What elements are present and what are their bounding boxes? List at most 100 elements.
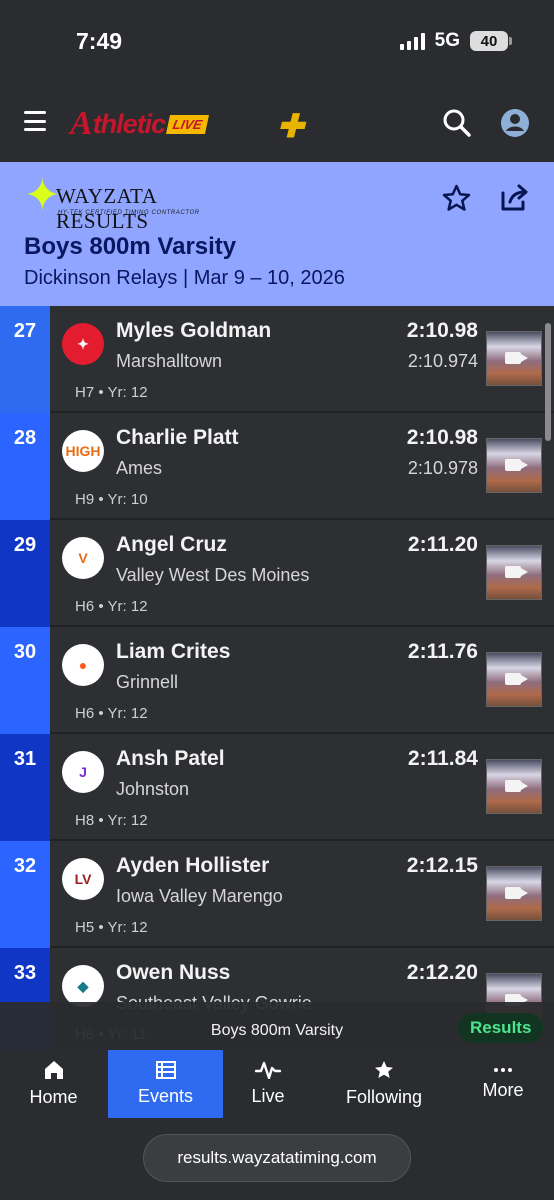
browser-bar: results.wayzatatiming.com xyxy=(0,1120,554,1200)
athlete-name: Myles Goldman xyxy=(116,319,272,342)
video-icon xyxy=(505,780,528,792)
tab-events[interactable]: Events xyxy=(108,1050,223,1118)
year: Yr: 12 xyxy=(107,919,148,936)
place-badge: 29 xyxy=(0,520,50,627)
heat: H9 xyxy=(75,491,95,508)
video-icon xyxy=(505,352,528,364)
heat: H5 xyxy=(75,919,95,936)
tab-home-label: Home xyxy=(29,1087,78,1107)
result-row[interactable]: 27 ✦ Myles Goldman Marshalltown H7 • Yr: 12 2… xyxy=(0,306,554,413)
video-icon xyxy=(505,459,528,471)
school-logo-icon: LV xyxy=(62,858,104,900)
result-time: 2:10.98 xyxy=(406,426,478,449)
wayzata-logo-title: WAYZATA RESULTS xyxy=(56,184,157,233)
status-indicators: 5G 40 xyxy=(399,30,512,52)
brand-a: A xyxy=(70,105,93,142)
plus-icon[interactable]: ✚ xyxy=(277,110,304,142)
result-card[interactable]: HIGH Charlie Platt Ames H9 • Yr: 10 2:10.98 2… xyxy=(50,413,554,518)
year: Yr: 12 xyxy=(107,598,148,615)
school-name: Grinnell xyxy=(116,672,179,692)
tab-events-label: Events xyxy=(137,1086,194,1106)
results-button[interactable]: Results xyxy=(458,1013,544,1043)
tab-more[interactable]: More xyxy=(458,1050,548,1118)
place-badge: 30 xyxy=(0,627,50,734)
place-badge: 31 xyxy=(0,734,50,841)
status-bar: 7:49 5G 40 xyxy=(0,0,554,88)
tab-home[interactable]: Home xyxy=(0,1050,107,1118)
heat: H8 xyxy=(75,812,95,829)
result-card[interactable]: ✦ Myles Goldman Marshalltown H7 • Yr: 12 2:1… xyxy=(50,306,554,411)
more-icon xyxy=(494,1068,512,1072)
event-title: Boys 800m Varsity xyxy=(24,233,237,260)
year: Yr: 12 xyxy=(107,705,148,722)
battery-icon: 40 xyxy=(470,31,512,51)
school-name: Marshalltown xyxy=(116,351,223,371)
event-subtitle: Dickinson Relays | Mar 9 – 10, 2026 xyxy=(24,267,345,289)
school-name: Valley West Des Moines xyxy=(116,565,310,585)
video-thumbnail[interactable] xyxy=(486,866,542,921)
result-time: 2:12.20 xyxy=(406,961,478,984)
result-card[interactable]: J Ansh Patel Johnston H8 • Yr: 12 2:11.84 xyxy=(50,734,554,839)
signal-icon xyxy=(399,32,425,50)
athletic-live-logo[interactable]: A thletic LIVE xyxy=(70,105,210,142)
video-thumbnail[interactable] xyxy=(486,331,542,386)
school-logo-icon: V xyxy=(62,537,104,579)
result-card[interactable]: LV Ayden Hollister Iowa Valley Marengo H5 •… xyxy=(50,841,554,946)
heat-year: H5 • Yr: 12 xyxy=(75,919,148,936)
athlete-name: Ansh Patel xyxy=(116,747,225,770)
tab-following-label: Following xyxy=(345,1087,423,1107)
result-card[interactable]: ● Liam Crites Grinnell H6 • Yr: 12 2:11.76 xyxy=(50,627,554,732)
year: Yr: 12 xyxy=(107,812,148,829)
video-thumbnail[interactable] xyxy=(486,652,542,707)
heat-year: H9 • Yr: 10 xyxy=(75,491,148,508)
status-time: 7:49 xyxy=(76,28,123,54)
search-icon[interactable] xyxy=(442,108,472,138)
result-row[interactable]: 31 J Ansh Patel Johnston H8 • Yr: 12 2:11.84 xyxy=(0,734,554,841)
wayzata-results-logo: ✦ WAYZATA RESULTS HY-TEK CERTIFIED TIMIN… xyxy=(24,174,224,234)
athlete-name: Charlie Platt xyxy=(116,426,239,449)
video-thumbnail[interactable] xyxy=(486,759,542,814)
school-logo-icon: ◆ xyxy=(62,965,104,1007)
result-row[interactable]: 28 HIGH Charlie Platt Ames H9 • Yr: 10 2:10.9… xyxy=(0,413,554,520)
video-thumbnail[interactable] xyxy=(486,545,542,600)
video-thumbnail[interactable] xyxy=(486,438,542,493)
result-card[interactable]: V Angel Cruz Valley West Des Moines H6 • Yr… xyxy=(50,520,554,625)
star-icon xyxy=(375,1061,393,1078)
results-list[interactable]: 33◆Owen NussSoutheast Valley GowrieH8 • … xyxy=(0,306,554,1050)
school-logo-icon: ● xyxy=(62,644,104,686)
menu-icon[interactable] xyxy=(24,111,46,131)
heat: H6 xyxy=(75,705,95,722)
tab-live[interactable]: Live xyxy=(224,1050,312,1118)
bottom-tab-bar: Home Events Live Following More xyxy=(0,1050,554,1120)
year: Yr: 10 xyxy=(107,491,148,508)
heat-year: H8 • Yr: 12 xyxy=(75,812,148,829)
result-row[interactable]: 32 LV Ayden Hollister Iowa Valley Marengo H5… xyxy=(0,841,554,948)
live-icon xyxy=(255,1061,281,1079)
place-badge: 32 xyxy=(0,841,50,948)
athlete-name: Angel Cruz xyxy=(116,533,227,556)
current-event-bar[interactable]: Boys 800m Varsity Results xyxy=(0,1002,554,1050)
place-badge: 28 xyxy=(0,413,50,520)
url-field[interactable]: results.wayzatatiming.com xyxy=(143,1134,411,1182)
heat: H6 xyxy=(75,598,95,615)
share-icon[interactable] xyxy=(496,182,530,216)
brand-word: thletic xyxy=(92,108,167,139)
school-name: Johnston xyxy=(116,779,190,799)
result-time: 2:12.15 xyxy=(406,854,478,877)
school-logo-icon: HIGH xyxy=(62,430,104,472)
heat-year: H7 • Yr: 12 xyxy=(75,384,148,401)
star-icon[interactable] xyxy=(442,184,471,213)
athlete-name: Ayden Hollister xyxy=(116,854,270,877)
result-row[interactable]: 30 ● Liam Crites Grinnell H6 • Yr: 12 2:11.76 xyxy=(0,627,554,734)
school-logo-icon: J xyxy=(62,751,104,793)
result-time: 2:11.20 xyxy=(407,533,478,556)
tab-following[interactable]: Following xyxy=(325,1050,443,1118)
scrollbar[interactable] xyxy=(545,323,551,441)
result-row[interactable]: 29 V Angel Cruz Valley West Des Moines H6 • … xyxy=(0,520,554,627)
home-icon xyxy=(44,1061,63,1079)
tab-more-label: More xyxy=(482,1080,524,1100)
tab-live-label: Live xyxy=(251,1086,285,1106)
app-screen: 7:49 5G 40 A thletic LIVE ✚ ✦ WAYZATA RE… xyxy=(0,0,554,1200)
heat: H7 xyxy=(75,384,95,401)
account-icon[interactable] xyxy=(500,108,530,138)
